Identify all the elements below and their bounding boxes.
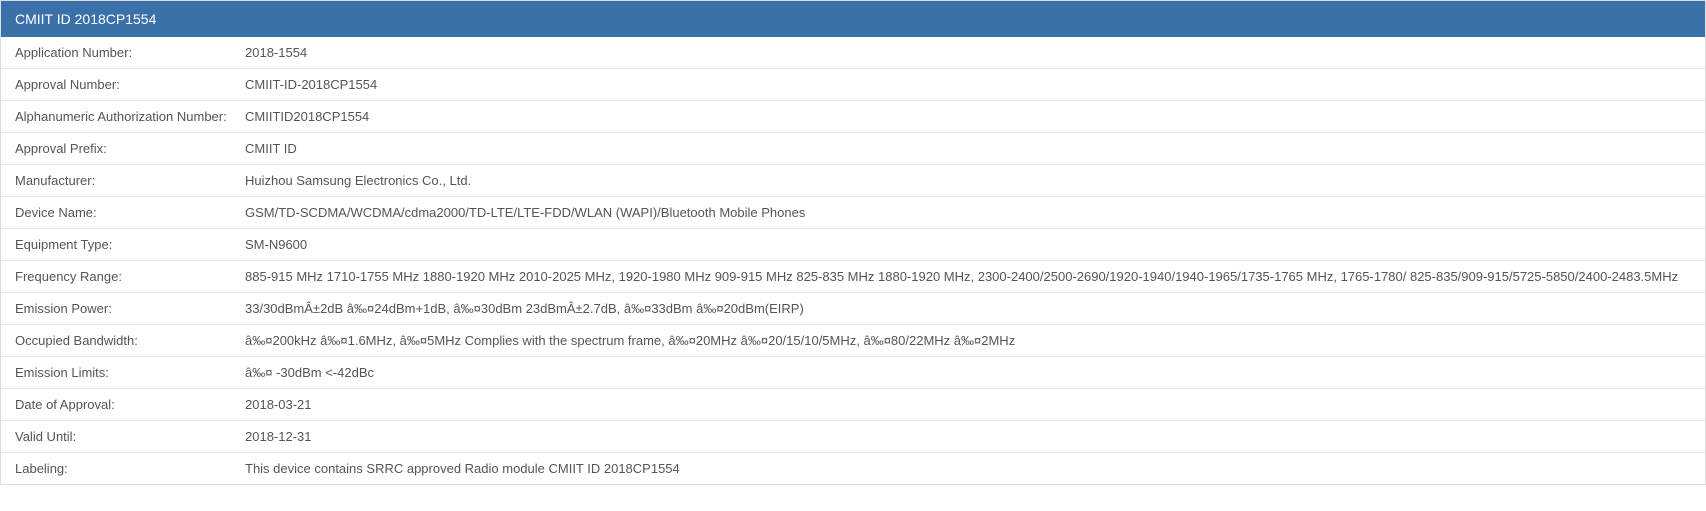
row-label: Approval Prefix:: [15, 141, 245, 156]
detail-row: Approval Number:CMIIT-ID-2018CP1554: [1, 69, 1705, 101]
row-label: Valid Until:: [15, 429, 245, 444]
detail-row: Equipment Type:SM-N9600: [1, 229, 1705, 261]
detail-row: Application Number:2018-1554: [1, 37, 1705, 69]
row-value: CMIITID2018CP1554: [245, 109, 1691, 124]
row-value: 885-915 MHz 1710-1755 MHz 1880-1920 MHz …: [245, 269, 1691, 284]
row-label: Occupied Bandwidth:: [15, 333, 245, 348]
row-label: Labeling:: [15, 461, 245, 476]
row-label: Manufacturer:: [15, 173, 245, 188]
row-value: GSM/TD-SCDMA/WCDMA/cdma2000/TD-LTE/LTE-F…: [245, 205, 1691, 220]
row-value: 2018-03-21: [245, 397, 1691, 412]
detail-row: Emission Limits:â‰¤ -30dBm <-42dBc: [1, 357, 1705, 389]
detail-row: Device Name:GSM/TD-SCDMA/WCDMA/cdma2000/…: [1, 197, 1705, 229]
row-label: Frequency Range:: [15, 269, 245, 284]
detail-row: Emission Power:33/30dBmÂ±2dB â‰¤24dBm+1d…: [1, 293, 1705, 325]
details-panel: CMIIT ID 2018CP1554 Application Number:2…: [0, 0, 1706, 485]
row-value: â‰¤ -30dBm <-42dBc: [245, 365, 1691, 380]
row-label: Emission Power:: [15, 301, 245, 316]
row-value: 33/30dBmÂ±2dB â‰¤24dBm+1dB, â‰¤30dBm 23d…: [245, 301, 1691, 316]
detail-row: Alphanumeric Authorization Number:CMIITI…: [1, 101, 1705, 133]
panel-title: CMIIT ID 2018CP1554: [15, 11, 156, 27]
panel-header: CMIIT ID 2018CP1554: [1, 1, 1705, 37]
detail-row: Occupied Bandwidth:â‰¤200kHz â‰¤1.6MHz, …: [1, 325, 1705, 357]
row-label: Date of Approval:: [15, 397, 245, 412]
row-label: Emission Limits:: [15, 365, 245, 380]
row-value: 2018-1554: [245, 45, 1691, 60]
row-value: CMIIT-ID-2018CP1554: [245, 77, 1691, 92]
detail-row: Manufacturer:Huizhou Samsung Electronics…: [1, 165, 1705, 197]
row-label: Equipment Type:: [15, 237, 245, 252]
row-value: CMIIT ID: [245, 141, 1691, 156]
detail-row: Approval Prefix:CMIIT ID: [1, 133, 1705, 165]
row-value: 2018-12-31: [245, 429, 1691, 444]
panel-body: Application Number:2018-1554Approval Num…: [1, 37, 1705, 484]
row-value: â‰¤200kHz â‰¤1.6MHz, â‰¤5MHz Complies wi…: [245, 333, 1691, 348]
row-value: Huizhou Samsung Electronics Co., Ltd.: [245, 173, 1691, 188]
row-value: SM-N9600: [245, 237, 1691, 252]
row-value: This device contains SRRC approved Radio…: [245, 461, 1691, 476]
row-label: Device Name:: [15, 205, 245, 220]
row-label: Approval Number:: [15, 77, 245, 92]
row-label: Application Number:: [15, 45, 245, 60]
row-label: Alphanumeric Authorization Number:: [15, 109, 245, 124]
detail-row: Frequency Range:885-915 MHz 1710-1755 MH…: [1, 261, 1705, 293]
detail-row: Valid Until:2018-12-31: [1, 421, 1705, 453]
detail-row: Date of Approval:2018-03-21: [1, 389, 1705, 421]
detail-row: Labeling:This device contains SRRC appro…: [1, 453, 1705, 484]
